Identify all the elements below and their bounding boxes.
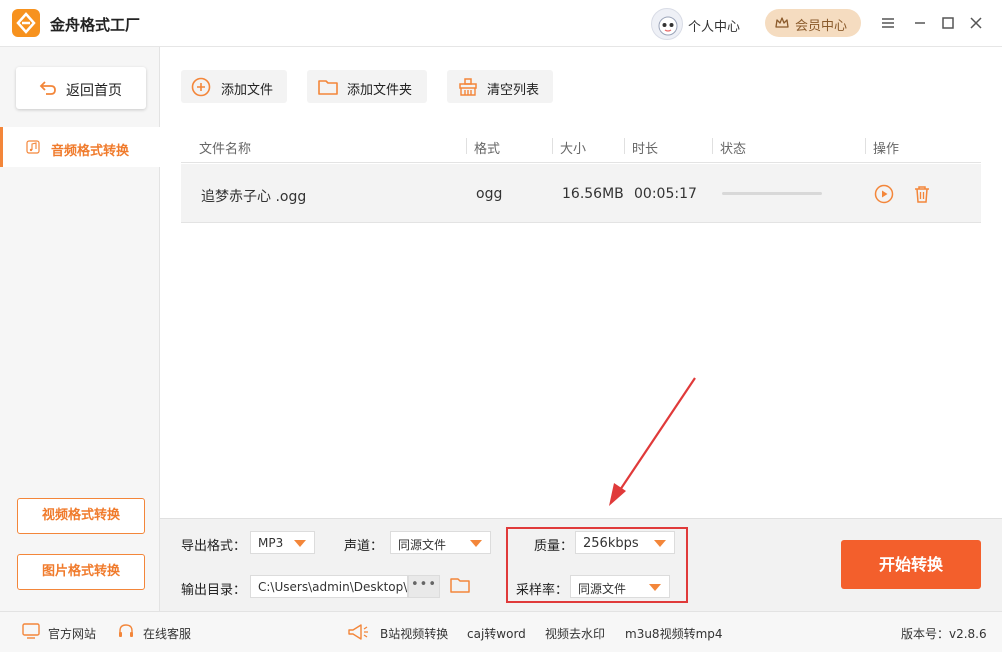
output-dir-value: C:\Users\admin\Desktop\ xyxy=(258,580,408,594)
sidebar: 返回首页 音频格式转换 视频格式转换 图片格式转换 xyxy=(0,47,160,611)
conversion-progress-bar xyxy=(722,192,822,195)
back-arrow-icon xyxy=(39,81,56,95)
header-status: 状态 xyxy=(720,142,747,157)
user-center-link[interactable]: 个人中心 xyxy=(688,16,740,35)
headset-icon xyxy=(119,624,133,637)
app-title: 金舟格式工厂 xyxy=(50,16,141,34)
chevron-down-icon xyxy=(649,584,661,591)
file-format: ogg xyxy=(476,186,503,202)
chevron-down-icon xyxy=(470,540,482,547)
header-filename: 文件名称 xyxy=(199,142,252,157)
browse-dir-button[interactable]: ••• xyxy=(408,575,440,598)
monitor-icon xyxy=(22,623,40,639)
channel-label: 声道： xyxy=(344,539,384,554)
header-divider xyxy=(624,138,625,154)
header-divider xyxy=(552,138,553,154)
output-settings-panel: 导出格式： MP3 声道： 同源文件 质量： 256kbps 采样率： 同源文件… xyxy=(160,518,1002,611)
menu-icon[interactable] xyxy=(879,14,897,32)
header-duration: 时长 xyxy=(632,142,659,157)
table-row[interactable]: 追梦赤子心 .ogg ogg 16.56MB 00:05:17 xyxy=(181,164,981,223)
version-label: 版本号：v2.8.6 xyxy=(901,627,987,641)
clear-list-button[interactable]: 清空列表 xyxy=(447,70,553,103)
header-divider xyxy=(466,138,467,154)
plus-circle-icon xyxy=(191,77,211,97)
megaphone-icon xyxy=(348,624,368,640)
close-icon[interactable] xyxy=(967,14,985,32)
header-size: 大小 xyxy=(560,142,587,157)
clear-list-label: 清空列表 xyxy=(487,83,540,98)
channel-select[interactable]: 同源文件 xyxy=(390,531,491,554)
title-bar: 金舟格式工厂 个人中心 会员中心 xyxy=(0,0,1002,47)
add-folder-label: 添加文件夹 xyxy=(347,83,413,98)
folder-icon xyxy=(318,80,338,95)
output-format-select[interactable]: MP3 xyxy=(250,531,315,554)
header-divider xyxy=(865,138,866,154)
quality-label: 质量： xyxy=(534,539,574,554)
video-convert-button[interactable]: 视频格式转换 xyxy=(17,498,145,534)
start-convert-button[interactable]: 开始转换 xyxy=(841,540,981,589)
annotation-arrow xyxy=(609,377,696,506)
quality-select[interactable]: 256kbps xyxy=(575,531,675,554)
header-divider xyxy=(712,138,713,154)
output-dir-field[interactable]: C:\Users\admin\Desktop\ xyxy=(250,575,408,598)
sample-rate-label: 采样率： xyxy=(516,583,569,598)
header-actions: 操作 xyxy=(873,142,900,157)
official-website-link[interactable]: 官方网站 xyxy=(48,625,96,642)
header-format: 格式 xyxy=(474,142,501,157)
image-convert-button[interactable]: 图片格式转换 xyxy=(17,554,145,590)
vip-center-button[interactable]: 会员中心 xyxy=(765,9,861,37)
channel-value: 同源文件 xyxy=(398,538,447,552)
add-file-label: 添加文件 xyxy=(221,83,274,98)
file-size: 16.56MB xyxy=(562,186,624,202)
broom-icon xyxy=(459,78,477,96)
crown-icon xyxy=(775,17,789,28)
sample-rate-value: 同源文件 xyxy=(578,582,627,596)
vip-center-label: 会员中心 xyxy=(795,19,848,34)
bilibili-convert-link[interactable]: B站视频转换 xyxy=(380,625,448,642)
sidebar-item-audio-convert[interactable]: 音频格式转换 xyxy=(0,127,160,167)
file-duration: 00:05:17 xyxy=(634,186,697,202)
quality-value: 256kbps xyxy=(583,536,639,551)
online-service-link[interactable]: 在线客服 xyxy=(143,625,191,642)
sidebar-item-label: 音频格式转换 xyxy=(51,144,130,159)
trash-icon[interactable] xyxy=(912,184,932,204)
add-folder-button[interactable]: 添加文件夹 xyxy=(307,70,427,103)
output-dir-label: 输出目录： xyxy=(181,583,247,598)
app-logo-icon xyxy=(12,9,40,37)
back-home-button[interactable]: 返回首页 xyxy=(16,67,146,109)
maximize-icon[interactable] xyxy=(939,14,957,32)
user-avatar[interactable] xyxy=(651,8,683,40)
status-bar: 官方网站 在线客服 B站视频转换 caj转word 视频去水印 m3u8视频转m… xyxy=(0,611,1002,652)
output-format-value: MP3 xyxy=(258,536,284,550)
caj-to-word-link[interactable]: caj转word xyxy=(467,625,526,642)
remove-watermark-link[interactable]: 视频去水印 xyxy=(545,625,605,642)
chevron-down-icon xyxy=(294,540,306,547)
minimize-icon[interactable] xyxy=(911,14,929,32)
table-header: 文件名称 格式 大小 时长 状态 操作 xyxy=(181,130,981,163)
m3u8-to-mp4-link[interactable]: m3u8视频转mp4 xyxy=(625,625,723,642)
play-icon[interactable] xyxy=(874,184,894,204)
add-file-button[interactable]: 添加文件 xyxy=(181,70,287,103)
sample-rate-select[interactable]: 同源文件 xyxy=(570,575,670,598)
music-note-icon xyxy=(26,140,40,154)
output-format-label: 导出格式： xyxy=(181,539,247,554)
file-name: 追梦赤子心 .ogg xyxy=(201,189,307,205)
back-home-label: 返回首页 xyxy=(66,83,122,99)
chevron-down-icon xyxy=(654,540,666,547)
open-folder-icon[interactable] xyxy=(450,576,470,594)
